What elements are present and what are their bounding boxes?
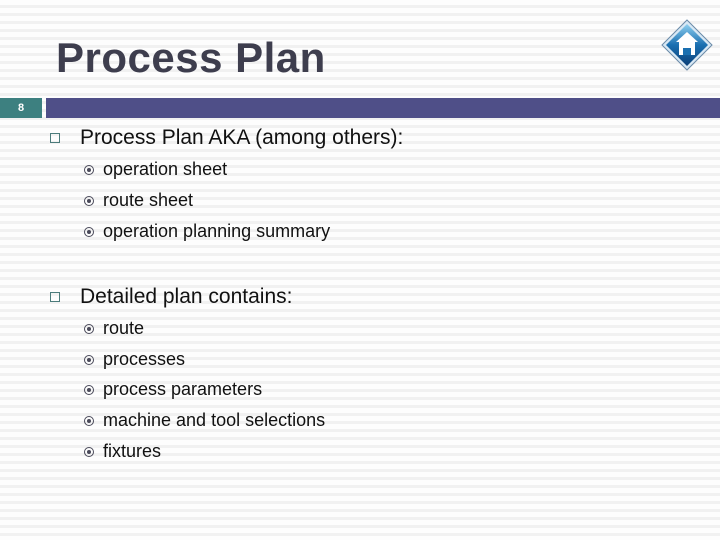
- square-bullet-icon: [50, 133, 60, 143]
- bullet-text: Process Plan AKA (among others):: [80, 126, 404, 149]
- bullet-level2: processes: [84, 349, 185, 370]
- bullet-level2: fixtures: [84, 441, 161, 462]
- target-bullet-icon: [84, 446, 94, 457]
- title-band: [46, 98, 720, 118]
- target-bullet-icon: [84, 415, 94, 426]
- slide-title: Process Plan: [56, 34, 326, 81]
- target-bullet-icon: [84, 226, 94, 237]
- bullet-text: fixtures: [103, 441, 162, 461]
- bullet-text: route sheet: [103, 190, 194, 210]
- home-button[interactable]: [661, 19, 713, 71]
- bullet-level1: Process Plan AKA (among others):: [50, 126, 403, 150]
- target-bullet-icon: [84, 384, 94, 395]
- target-bullet-icon: [84, 164, 94, 175]
- target-bullet-icon: [84, 354, 94, 365]
- bullet-text: route: [103, 318, 145, 338]
- bullet-level2: route: [84, 318, 144, 339]
- bullet-level2: operation planning summary: [84, 221, 330, 242]
- square-bullet-icon: [50, 292, 60, 302]
- bullet-text: operation sheet: [103, 159, 228, 179]
- bullet-text: operation planning summary: [103, 221, 331, 241]
- bullet-level1: Detailed plan contains:: [50, 285, 292, 309]
- target-bullet-icon: [84, 195, 94, 206]
- bullet-level2: operation sheet: [84, 159, 227, 180]
- bullet-text: processes: [103, 349, 186, 369]
- slide-number: 8: [0, 98, 42, 118]
- target-bullet-icon: [84, 323, 94, 334]
- bullet-level2: process parameters: [84, 379, 262, 400]
- bullet-text: machine and tool selections: [103, 410, 326, 430]
- bullet-text: process parameters: [103, 379, 263, 399]
- bullet-level2: route sheet: [84, 190, 193, 211]
- bullet-text: Detailed plan contains:: [80, 285, 293, 308]
- bullet-level2: machine and tool selections: [84, 410, 325, 431]
- home-icon: [661, 19, 713, 71]
